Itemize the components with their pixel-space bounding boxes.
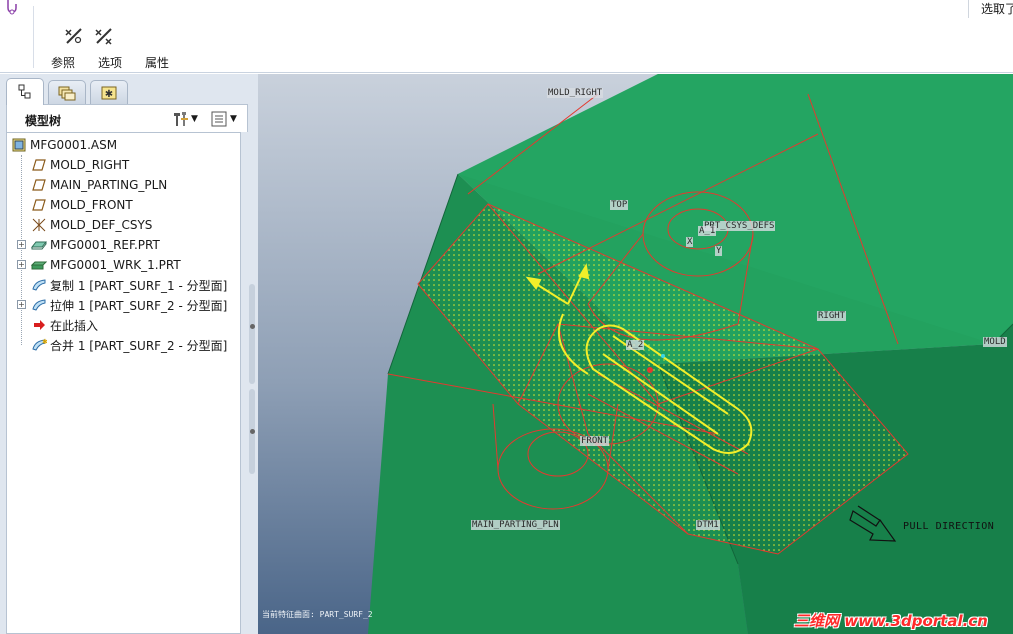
tree-icon — [18, 84, 31, 99]
expand-toggle[interactable]: + — [17, 260, 26, 269]
insert-arrow-icon — [31, 317, 47, 333]
tree-item-label: MOLD_RIGHT — [50, 158, 130, 172]
tree-item-label: 在此插入 — [50, 318, 99, 333]
favorites-tab[interactable]: ✱ — [90, 80, 128, 104]
datum-plane-icon — [31, 197, 47, 213]
chevron-down-icon: ▼ — [191, 114, 198, 124]
list-view-icon — [211, 111, 227, 127]
tree-item-mfg0001-wrk-prt[interactable]: MFG0001_WRK_1.PRT — [31, 255, 181, 275]
graphics-window[interactable]: MOLD_RIGHT TOP PRT_CSYS_DEFS A_1 X Y RIG… — [258, 74, 1013, 634]
surface-icon — [31, 297, 47, 313]
selection-status: 选取了 — [981, 2, 1013, 16]
tree-item-extrude-1[interactable]: 拉伸 1 [PART_SURF_2 - 分型面] — [31, 295, 227, 315]
datum-plane-icon — [31, 157, 47, 173]
references-tab[interactable]: 参照 — [51, 54, 75, 71]
tree-item-copy-1[interactable]: 复制 1 [PART_SURF_1 - 分型面] — [31, 275, 227, 295]
options-tab[interactable]: 选项 — [98, 54, 122, 71]
tree-view-options-button[interactable]: ▼ — [210, 110, 237, 128]
tree-item-label: MFG0001_REF.PRT — [50, 238, 160, 252]
svg-text:✱: ✱ — [42, 338, 47, 346]
model-tree: MFG0001.ASM MOLD_RIGHT MAIN_PARTING_PLN … — [6, 132, 241, 634]
tree-item-mfg0001-asm[interactable]: MFG0001.ASM — [11, 135, 117, 155]
splitter-grip — [250, 324, 255, 329]
splitter-grip — [250, 429, 255, 434]
axis-label-a2[interactable]: A_2 — [626, 340, 645, 350]
expand-toggle[interactable]: + — [17, 240, 26, 249]
panel-splitter[interactable] — [248, 284, 256, 474]
datum-label-mold-right[interactable]: MOLD_RIGHT — [547, 88, 604, 98]
datum-plane-icon — [31, 177, 47, 193]
properties-tab[interactable]: 属性 — [145, 54, 169, 71]
svg-text:✱: ✱ — [105, 89, 113, 100]
tree-item-mfg0001-ref-prt[interactable]: MFG0001_REF.PRT — [31, 235, 160, 255]
pull-direction-label: PULL DIRECTION — [903, 521, 995, 532]
tree-item-label: 拉伸 1 [PART_SURF_2 - 分型面] — [50, 298, 228, 313]
tree-item-label: MFG0001.ASM — [30, 138, 118, 152]
ribbon-divider — [33, 6, 34, 68]
chevron-down-icon: ▼ — [230, 114, 237, 124]
axis-label-a1[interactable]: A_1 — [698, 226, 717, 236]
assembly-icon — [11, 137, 27, 153]
axis-label-y[interactable]: Y — [715, 246, 723, 256]
expand-toggle[interactable]: + — [17, 300, 26, 309]
datum-label-main-parting-pln[interactable]: MAIN_PARTING_PLN — [471, 520, 560, 530]
datum-label-top[interactable]: TOP — [610, 200, 629, 210]
panel-title: 模型树 — [25, 114, 62, 128]
star-icon: ✱ — [101, 86, 117, 100]
datum-label-right[interactable]: RIGHT — [817, 311, 847, 321]
workpiece-icon — [31, 257, 47, 273]
tree-item-mold-front[interactable]: MOLD_FRONT — [31, 195, 133, 215]
ribbon-right-divider — [968, 0, 969, 18]
datum-label-mold-front[interactable]: MOLD — [983, 337, 1007, 347]
surface-icon — [31, 277, 47, 293]
tree-item-insert-here[interactable]: 在此插入 — [31, 315, 98, 335]
feature-status-note: 当前特征曲面: PART_SURF_2 — [262, 610, 373, 619]
tree-connector — [21, 155, 22, 345]
splitter-bar-top[interactable] — [249, 284, 255, 384]
part-icon — [31, 237, 47, 253]
tree-item-label: 复制 1 [PART_SURF_1 - 分型面] — [50, 278, 228, 293]
datum-label-dtm1[interactable]: DTM1 — [696, 520, 720, 530]
model-tree-header: 模型树 ▼ ▼ — [6, 104, 248, 132]
merge-surface-icon: ✱ — [31, 337, 47, 353]
model-tree-tab[interactable] — [6, 78, 44, 105]
navigator-tabs: ✱ — [4, 78, 254, 105]
tree-settings-button[interactable]: ▼ — [171, 110, 198, 128]
tree-item-label: MOLD_DEF_CSYS — [50, 218, 153, 232]
datum-label-front[interactable]: FRONT — [580, 436, 610, 446]
axis-label-x[interactable]: X — [686, 237, 694, 247]
tree-item-label: MOLD_FRONT — [50, 198, 133, 212]
references-icon — [65, 28, 82, 44]
tree-item-label: 合并 1 [PART_SURF_2 - 分型面] — [50, 338, 228, 353]
tree-item-mold-def-csys[interactable]: MOLD_DEF_CSYS — [31, 215, 152, 235]
settings-tools-icon — [174, 112, 188, 126]
tree-item-merge-1[interactable]: ✱ 合并 1 [PART_SURF_2 - 分型面] — [31, 335, 227, 355]
folder-browser-tab[interactable] — [48, 80, 86, 104]
tree-item-main-parting-pln[interactable]: MAIN_PARTING_PLN — [31, 175, 167, 195]
options-icon — [95, 28, 112, 45]
feature-icon[interactable] — [2, 0, 22, 16]
ribbon-toolbar: 参照 选项 属性 选取了 — [0, 0, 1013, 73]
tree-item-label: MFG0001_WRK_1.PRT — [50, 258, 181, 272]
folder-icon — [58, 86, 76, 100]
options-tool-button[interactable] — [92, 24, 116, 48]
tree-item-mold-right[interactable]: MOLD_RIGHT — [31, 155, 129, 175]
csys-icon — [31, 217, 47, 233]
site-watermark: 三维网 www.3dportal.cn — [794, 612, 988, 630]
csys-marker — [661, 354, 665, 358]
references-tool-button[interactable] — [62, 24, 86, 48]
origin-marker — [647, 367, 653, 373]
model-3d-view[interactable] — [258, 74, 1013, 634]
navigator-panel: ✱ 模型树 ▼ ▼ MFG0001.ASM MOLD_RIGHT MAIN_PA… — [0, 74, 258, 634]
tree-item-label: MAIN_PARTING_PLN — [50, 178, 168, 192]
